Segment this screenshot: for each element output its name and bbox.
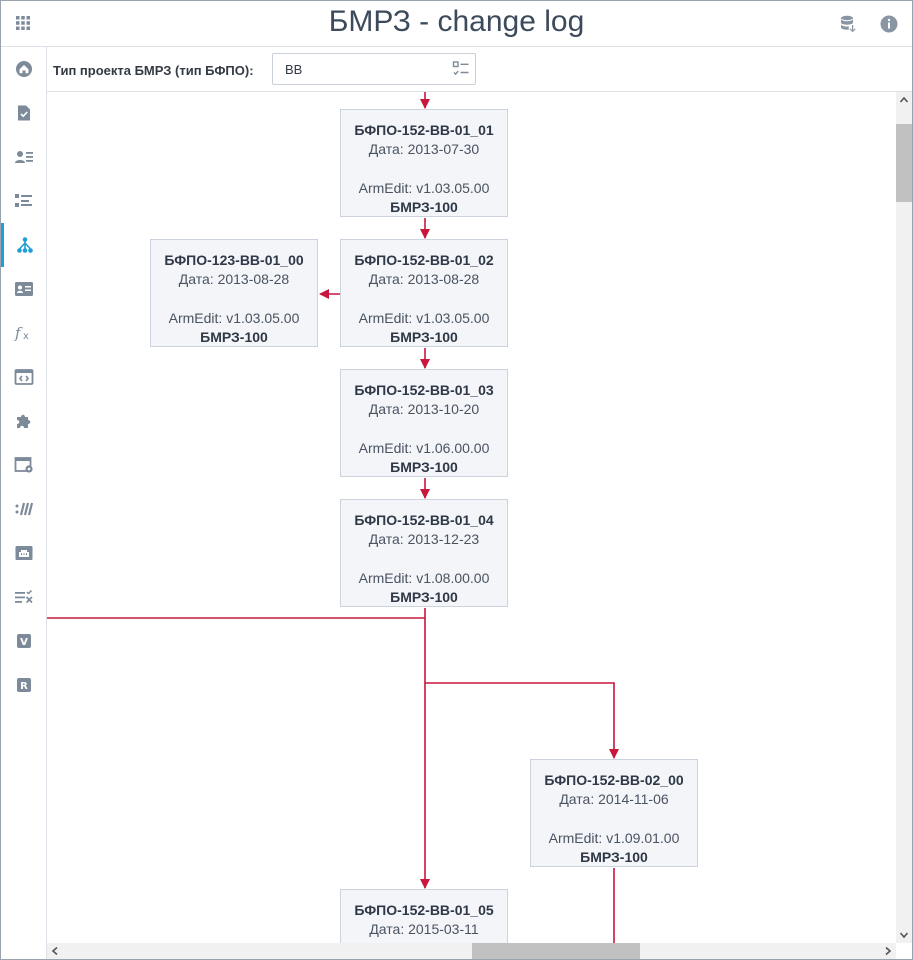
node-title: БФПО-152-ВВ-01_03 [354,382,494,398]
node-title: БФПО-152-ВВ-01_04 [354,512,494,528]
node-model: БМРЗ-100 [580,849,648,865]
info-icon[interactable] [879,14,899,34]
database-icon[interactable] [838,14,858,34]
node-title: БФПО-152-ВВ-01_01 [354,122,494,138]
function-fx-icon: fx [14,324,34,342]
horizontal-scroll-thumb[interactable] [472,943,640,959]
change-log-graph: БФПО-152-ВВ-01_01 Дата: 2013-07-30 ArmEdit… [47,92,896,943]
ethernet-port-icon [14,544,34,562]
sidebar: fx V R [1,47,47,959]
project-type-label: Тип проекта БМРЗ (тип БФПО): [53,63,254,78]
sidebar-item-document-check[interactable] [1,91,46,135]
node-model: БМРЗ-100 [200,329,268,345]
node-date: Дата: 2013-10-20 [368,401,480,417]
graph-node[interactable]: БФПО-152-ВВ-01_03 Дата: 2013-10-20 ArmEdit… [340,369,508,477]
node-date: Дата: 2013-08-28 [368,271,480,287]
v-badge-icon: V [16,633,32,649]
node-version: ArmEdit: v1.08.00.00 [358,570,490,586]
sidebar-item-r-badge[interactable]: R [1,663,46,707]
project-type-value: ВВ [285,62,303,77]
code-window-icon [14,368,34,386]
edge-0104-0200 [425,682,619,759]
vertical-scroll-thumb[interactable] [896,124,912,202]
node-date: Дата: 2014-11-06 [559,791,669,807]
node-title: БФПО-152-ВВ-02_00 [544,772,684,788]
sidebar-item-task-list[interactable] [1,179,46,223]
node-date: Дата: 2015-03-11 [369,921,479,937]
checklist-icon[interactable] [452,60,470,78]
project-type-select[interactable]: ВВ [272,53,476,85]
window-settings-icon [14,456,34,474]
node-version: ArmEdit: v1.06.00.00 [358,440,490,456]
graph-node[interactable]: БФПО-152-ВВ-01_04 Дата: 2013-12-23 ArmEdit… [340,499,508,607]
graph-node[interactable]: БФПО-152-ВВ-01_05 Дата: 2015-03-11 [340,889,508,943]
node-model: БМРЗ-100 [390,459,458,475]
svg-text:x: x [23,331,29,342]
node-model: БМРЗ-100 [390,199,458,215]
r-badge-icon: R [16,677,32,693]
users-list-icon [14,148,34,166]
app-window: БМРЗ - change log fx V R Тип проекта БМРЗ … [0,0,913,960]
node-title: БФПО-123-ВВ-01_00 [164,252,304,268]
branch-tree-icon [16,236,34,254]
scroll-right-icon[interactable] [880,943,896,959]
sidebar-item-id-card[interactable] [1,267,46,311]
node-version: ArmEdit: v1.03.05.00 [358,310,490,326]
app-header: БМРЗ - change log [1,1,912,47]
node-date: Дата: 2013-07-30 [368,141,480,157]
node-version: ArmEdit: v1.03.05.00 [168,310,300,326]
svg-text:R: R [20,681,28,692]
puzzle-icon [15,412,33,430]
sidebar-item-users-list[interactable] [1,135,46,179]
graph-node[interactable]: БФПО-152-ВВ-02_00 Дата: 2014-11-06 ArmEdit… [530,759,698,867]
sidebar-item-branch-tree[interactable] [1,223,46,267]
graph-node[interactable]: БФПО-152-ВВ-01_02 Дата: 2013-08-28 ArmEdit… [340,239,508,347]
node-title: БФПО-152-ВВ-01_05 [354,902,494,918]
slashes-icon [14,500,34,518]
node-model: БМРЗ-100 [390,589,458,605]
vertical-scrollbar[interactable] [896,92,912,943]
sidebar-item-function-fx[interactable]: fx [1,311,46,355]
scroll-down-icon[interactable] [896,927,912,943]
svg-text:V: V [20,637,28,648]
horizontal-scrollbar[interactable] [47,943,896,959]
scroll-up-icon[interactable] [896,92,912,108]
list-clear-icon [14,588,34,606]
task-list-icon [14,192,34,210]
node-date: Дата: 2013-08-28 [178,271,290,287]
graph-node[interactable]: БФПО-123-ВВ-01_00 Дата: 2013-08-28 ArmEdit… [150,239,318,347]
filter-bar: Тип проекта БМРЗ (тип БФПО): ВВ [47,47,912,92]
sidebar-item-code-window[interactable] [1,355,46,399]
sidebar-item-puzzle[interactable] [1,399,46,443]
svg-text:f: f [14,324,23,342]
sidebar-item-ethernet-port[interactable] [1,531,46,575]
node-version: ArmEdit: v1.03.05.00 [358,180,490,196]
sidebar-item-v-badge[interactable]: V [1,619,46,663]
sidebar-item-window-settings[interactable] [1,443,46,487]
node-model: БМРЗ-100 [390,329,458,345]
id-card-icon [14,280,34,298]
node-version: ArmEdit: v1.09.01.00 [548,830,680,846]
page-title: БМРЗ - change log [328,5,585,38]
scroll-left-icon[interactable] [47,943,63,959]
node-date: Дата: 2013-12-23 [368,531,480,547]
sidebar-item-home[interactable] [1,47,46,91]
sidebar-item-slashes[interactable] [1,487,46,531]
node-title: БФПО-152-ВВ-01_02 [354,252,494,268]
document-check-icon [15,104,33,122]
sidebar-item-list-clear[interactable] [1,575,46,619]
home-icon [15,60,33,78]
graph-node[interactable]: БФПО-152-ВВ-01_01 Дата: 2013-07-30 ArmEdit… [340,109,508,217]
